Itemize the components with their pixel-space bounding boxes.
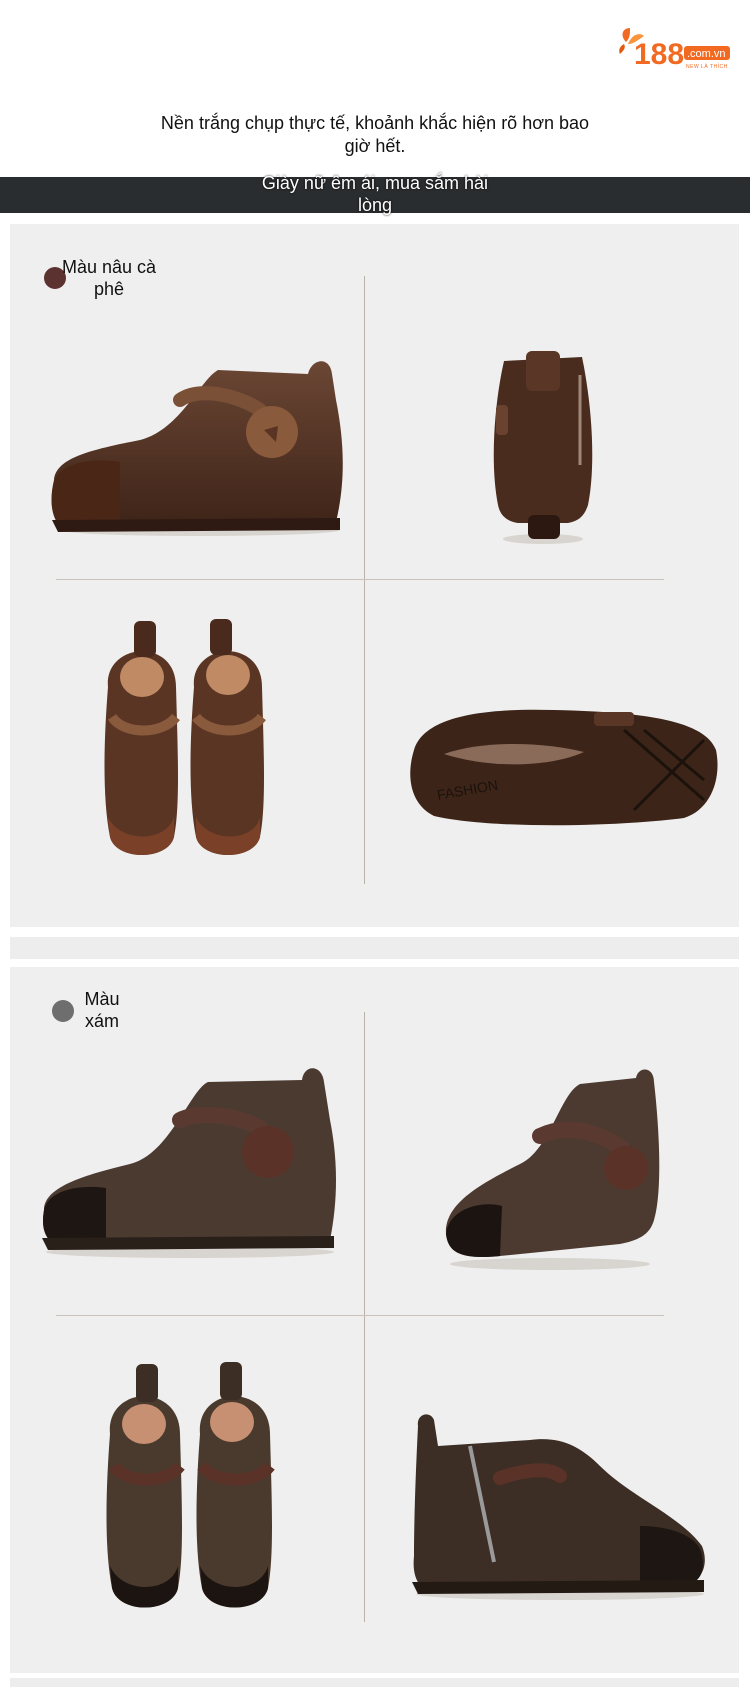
svg-text:188: 188 [634, 38, 684, 70]
svg-text:NEW LÀ THÍCH: NEW LÀ THÍCH [686, 63, 728, 70]
grid-divider-horizontal [56, 579, 664, 580]
color-name-label: Màu nâu cà phê [61, 257, 157, 299]
product-image-brown-sole[interactable]: FASHION [404, 700, 720, 830]
color-name-label: Màu xám [84, 989, 120, 1031]
product-image-gray-side[interactable] [40, 1060, 340, 1260]
page-headline: Nền trắng chụp thực tế, khoảnh khắc hiện… [160, 113, 590, 156]
product-image-brown-top[interactable] [100, 617, 270, 869]
svg-text:.com.vn: .com.vn [687, 48, 726, 60]
product-image-gray-top[interactable] [100, 1360, 284, 1622]
site-logo[interactable]: 188 .com.vn NEW LÀ THÍCH [618, 22, 732, 70]
product-image-gray-inner-side[interactable] [410, 1406, 710, 1602]
grid-divider-vertical [364, 276, 365, 884]
color-swatch-gray[interactable] [52, 1000, 74, 1022]
grid-divider-vertical [364, 1012, 365, 1622]
product-image-gray-front-angle[interactable] [440, 1064, 660, 1274]
banner-subtitle: Giày nữ êm ái, mua sắm hài lòng [261, 173, 489, 215]
section-separator [10, 937, 739, 959]
bottom-strip [10, 1678, 739, 1687]
product-image-brown-back[interactable] [488, 345, 598, 545]
grid-divider-horizontal [56, 1315, 664, 1316]
logo-mark-icon: 188 .com.vn NEW LÀ THÍCH [619, 28, 730, 70]
product-image-brown-side[interactable] [50, 350, 346, 540]
